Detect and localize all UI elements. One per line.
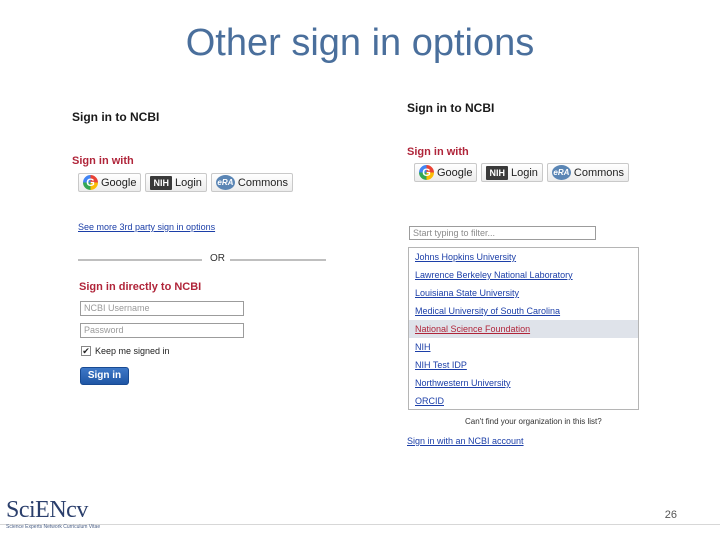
nih-icon: NIH <box>486 165 508 180</box>
google-signin-button[interactable]: G Google <box>414 163 478 182</box>
ncbi-signin-panel-right: Sign in to NCBI Sign in with G Google NI… <box>405 96 645 456</box>
sign-in-button[interactable]: Sign in <box>80 367 129 385</box>
provider-label: Commons <box>573 166 625 179</box>
institution-item[interactable]: NIH Test IDP <box>409 356 638 374</box>
slide-title: Other sign in options <box>185 22 535 64</box>
divider-line <box>230 259 326 261</box>
keep-signed-in-checkbox[interactable]: ✔ <box>81 346 91 356</box>
institution-item[interactable]: Medical University of South Carolina <box>409 302 638 320</box>
password-input[interactable]: Password <box>80 323 244 338</box>
institution-item[interactable]: Lawrence Berkeley National Laboratory <box>409 266 638 284</box>
sciencv-logo: SciENcv Science Experts Network Curricul… <box>6 498 100 530</box>
era-commons-button[interactable]: eRA Commons <box>546 163 630 182</box>
provider-label: Commons <box>237 176 289 189</box>
direct-signin-heading: Sign in directly to NCBI <box>79 281 202 293</box>
cant-find-organization-text: Can't find your organization in this lis… <box>465 417 602 426</box>
ncbi-account-link[interactable]: Sign in with an NCBI account <box>407 436 524 446</box>
provider-label: Login <box>174 176 202 189</box>
sign-in-with-label: Sign in with <box>72 155 134 167</box>
divider-line <box>78 259 202 261</box>
institution-item[interactable]: Johns Hopkins University <box>409 248 638 266</box>
page-number: 26 <box>664 509 677 521</box>
google-signin-button[interactable]: G Google <box>78 173 142 192</box>
provider-label: Login <box>510 166 538 179</box>
institution-item[interactable]: Louisiana State University <box>409 284 638 302</box>
signin-heading: Sign in to NCBI <box>407 101 495 115</box>
ncbi-signin-panel-left: Sign in to NCBI Sign in with G Google NI… <box>70 105 340 405</box>
era-commons-icon: eRA <box>551 165 571 180</box>
google-icon: G <box>419 165 434 180</box>
institution-item[interactable]: ORCID <box>409 392 638 410</box>
institution-filter-input[interactable]: Start typing to filter... <box>409 226 596 240</box>
logo-wordmark: SciENcv <box>6 497 88 523</box>
provider-label: Google <box>437 166 473 179</box>
provider-label: Google <box>101 176 137 189</box>
provider-buttons: G Google NIH Login eRA Commons <box>78 173 294 192</box>
provider-buttons: G Google NIH Login eRA Commons <box>414 163 630 182</box>
institution-item[interactable]: NIH <box>409 338 638 356</box>
keep-signed-in-row: ✔ Keep me signed in <box>81 346 170 356</box>
nih-icon: NIH <box>150 175 172 190</box>
nih-login-button[interactable]: NIH Login <box>481 163 543 182</box>
era-commons-icon: eRA <box>215 175 235 190</box>
institution-item-selected[interactable]: National Science Foundation <box>409 320 638 338</box>
sign-in-with-label: Sign in with <box>407 146 469 158</box>
logo-tagline: Science Experts Network Curriculum Vitae <box>6 524 101 530</box>
footer-divider <box>0 524 720 525</box>
institution-item[interactable]: Northwestern University <box>409 374 638 392</box>
nih-login-button[interactable]: NIH Login <box>145 173 207 192</box>
or-label: OR <box>210 253 225 264</box>
more-third-party-link[interactable]: See more 3rd party sign in options <box>78 222 215 232</box>
era-commons-button[interactable]: eRA Commons <box>210 173 294 192</box>
google-icon: G <box>83 175 98 190</box>
username-input[interactable]: NCBI Username <box>80 301 244 316</box>
institution-list[interactable]: Johns Hopkins University Lawrence Berkel… <box>408 247 639 410</box>
signin-heading: Sign in to NCBI <box>72 110 160 124</box>
or-divider: OR <box>78 253 326 265</box>
keep-signed-in-label: Keep me signed in <box>95 346 170 356</box>
